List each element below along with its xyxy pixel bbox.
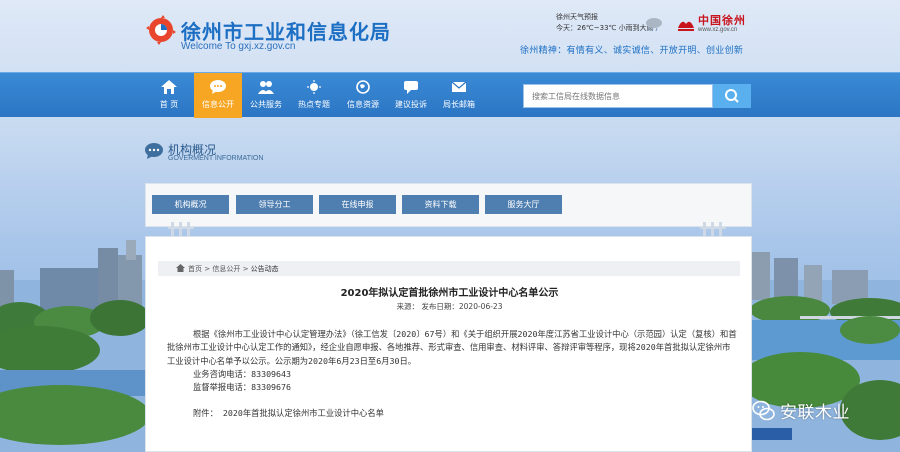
main-navbar: 首 页 信息公开 公共服务 热点专题 信息资源 建议投诉 局长邮箱 搜索工信局在… (0, 72, 900, 118)
nav-item-public-service[interactable]: 公共服务 (243, 73, 289, 118)
article-phone-business: 业务咨询电话：83309643 (193, 368, 292, 379)
submenu-online-declare[interactable]: 在线申报 (319, 195, 396, 214)
nav-item-info-resources[interactable]: 信息资源 (340, 73, 386, 118)
section-subtitle: GOVERMENT INFORMATION (168, 155, 264, 162)
nav-label: 信息公开 (202, 100, 234, 109)
nav-label: 信息资源 (347, 100, 379, 109)
china-xuzhou-logo[interactable]: 中国徐州 www.xz.gov.cn (676, 12, 752, 36)
breadcrumb-home[interactable]: 首页 (188, 265, 202, 273)
china-logo-url: www.xz.gov.cn (698, 27, 738, 33)
weather-title: 徐州天气预报 (556, 13, 598, 21)
nav-label: 公共服务 (250, 100, 282, 109)
nav-label: 局长邮箱 (443, 100, 475, 109)
search-button[interactable] (713, 84, 751, 108)
globe-icon (356, 80, 370, 94)
watermark-text: 安联木业 (780, 403, 850, 423)
city-spirit-slogan: 徐州精神：有情有义、诚实诚信、开放开明、创业创新 (520, 46, 744, 56)
submenu-downloads[interactable]: 资料下载 (402, 195, 479, 214)
search-input[interactable]: 搜索工信局在线数据信息 (523, 84, 713, 108)
article-attachment[interactable]: 附件： 2020年首批拟认定徐州市工业设计中心名单 (167, 407, 737, 420)
nav-item-director-mailbox[interactable]: 局长邮箱 (436, 73, 482, 118)
search-icon (725, 89, 739, 103)
article-panel: 首页 > 信息公开 > 公告动态 2020年拟认定首批徐州市工业设计中心名单公示… (145, 236, 752, 452)
breadcrumb-separator: > (242, 265, 251, 273)
comment-icon (404, 81, 418, 94)
breadcrumb-current[interactable]: 公告动态 (251, 265, 279, 273)
china-logo-text: 中国徐州 (698, 14, 746, 27)
submenu-org-overview[interactable]: 机构概况 (152, 195, 229, 214)
sub-menu-panel: 机构概况 领导分工 在线申报 资料下载 服务大厅 (145, 183, 752, 227)
article-paragraph: 根据《徐州市工业设计中心认定管理办法》（徐工信发〔2020〕67号）和《关于组织… (167, 329, 737, 366)
mail-icon (451, 81, 467, 92)
home-icon (176, 264, 185, 272)
wechat-watermark: 安联木业 (752, 396, 900, 430)
xuzhou-emblem-icon (678, 21, 694, 31)
article-meta: 来源： 发布日期：2020-06-23 (396, 302, 503, 311)
section-chat-icon (145, 143, 163, 159)
article-title: 2020年拟认定首批徐州市工业设计中心名单公示 (340, 288, 559, 299)
nav-item-home[interactable]: 首 页 (146, 73, 192, 118)
wechat-icon (752, 400, 775, 421)
home-icon (161, 80, 177, 94)
nav-item-info-public[interactable]: 信息公开 (194, 73, 242, 118)
rain-cloud-icon (646, 18, 662, 32)
weather-widget: 徐州天气预报 今天：26℃~33℃ 小雨到大雨 (556, 12, 654, 34)
site-header: 徐州市工业和信息化局 Welcome To gxj.xz.gov.cn 徐州天气… (0, 0, 900, 72)
users-icon (258, 81, 274, 94)
nav-item-hot-topics[interactable]: 热点专题 (291, 73, 337, 118)
site-logo-icon[interactable] (146, 15, 176, 45)
nav-label: 热点专题 (298, 100, 330, 109)
chat-icon (210, 80, 226, 94)
breadcrumb-info-public[interactable]: 信息公开 (212, 265, 240, 273)
submenu-service-hall[interactable]: 服务大厅 (485, 195, 562, 214)
article-body: 根据《徐州市工业设计中心认定管理办法》（徐工信发〔2020〕67号）和《关于组织… (167, 328, 737, 421)
sun-icon (307, 80, 321, 94)
site-subtitle: Welcome To gxj.xz.gov.cn (181, 41, 296, 52)
submenu-leader-duties[interactable]: 领导分工 (236, 195, 313, 214)
weather-detail: 今天：26℃~33℃ 小雨到大雨 (556, 24, 654, 32)
nav-item-suggestions[interactable]: 建议投诉 (388, 73, 434, 118)
breadcrumb: 首页 > 信息公开 > 公告动态 (158, 261, 740, 276)
article-phone-report: 监督举报电话：83309676 (193, 382, 292, 393)
nav-label: 建议投诉 (395, 100, 427, 109)
nav-label: 首 页 (159, 100, 179, 109)
